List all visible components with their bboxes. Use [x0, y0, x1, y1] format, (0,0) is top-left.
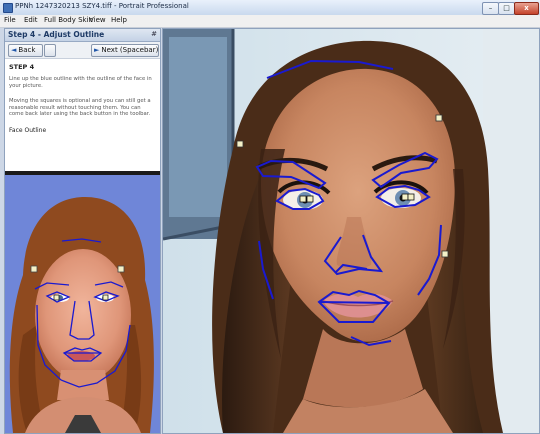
window-title: PPNh 1247320213 SZY4.tiff - Portrait Pro… [15, 2, 189, 10]
menu-full-body-skin[interactable]: Full Body Skin [44, 16, 93, 24]
maximize-button[interactable]: □ [498, 2, 515, 15]
title-bar: PPNh 1247320213 SZY4.tiff - Portrait Pro… [0, 0, 540, 16]
back-arrow-icon: ◄ [11, 46, 17, 54]
panel-header: Step 4 - Adjust Outline # [5, 29, 160, 42]
section-face-outline: Face Outline [9, 127, 47, 134]
close-button[interactable]: x [514, 2, 539, 15]
pin-icon[interactable]: # [151, 30, 157, 38]
app-icon [3, 3, 13, 13]
back-label: Back [18, 46, 36, 54]
menu-view[interactable]: View [89, 16, 106, 24]
left-panel: Step 4 - Adjust Outline # ◄ Back ► Next (S… [4, 28, 161, 434]
menu-edit[interactable]: Edit [24, 16, 38, 24]
reference-photo-canvas [9, 197, 154, 433]
reference-photo [5, 175, 160, 433]
menu-file[interactable]: File [4, 16, 16, 24]
back-button[interactable]: ◄ Back [8, 44, 43, 57]
next-arrow-icon: ► [94, 46, 100, 54]
main-photo-svg [163, 29, 539, 433]
step-label: STEP 4 [9, 63, 35, 71]
menu-help[interactable]: Help [111, 16, 127, 24]
minimize-button[interactable]: – [482, 2, 499, 15]
next-label: Next (Spacebar) [101, 46, 159, 54]
menu-bar: File Edit Full Body Skin View Help [0, 15, 540, 28]
main-photo-canvas[interactable] [162, 28, 540, 434]
panel-title: Step 4 - Adjust Outline [8, 30, 105, 39]
instruction-text-1: Line up the blue outline with the outlin… [9, 76, 152, 89]
navigation-row: ◄ Back ► Next (Spacebar) [5, 42, 160, 59]
next-button[interactable]: ► Next (Spacebar) [91, 44, 159, 57]
options-button[interactable] [44, 44, 56, 57]
instructions: STEP 4 Line up the blue outline with the… [5, 59, 160, 171]
instruction-text-2: Moving the squares is optional and you c… [9, 98, 151, 118]
